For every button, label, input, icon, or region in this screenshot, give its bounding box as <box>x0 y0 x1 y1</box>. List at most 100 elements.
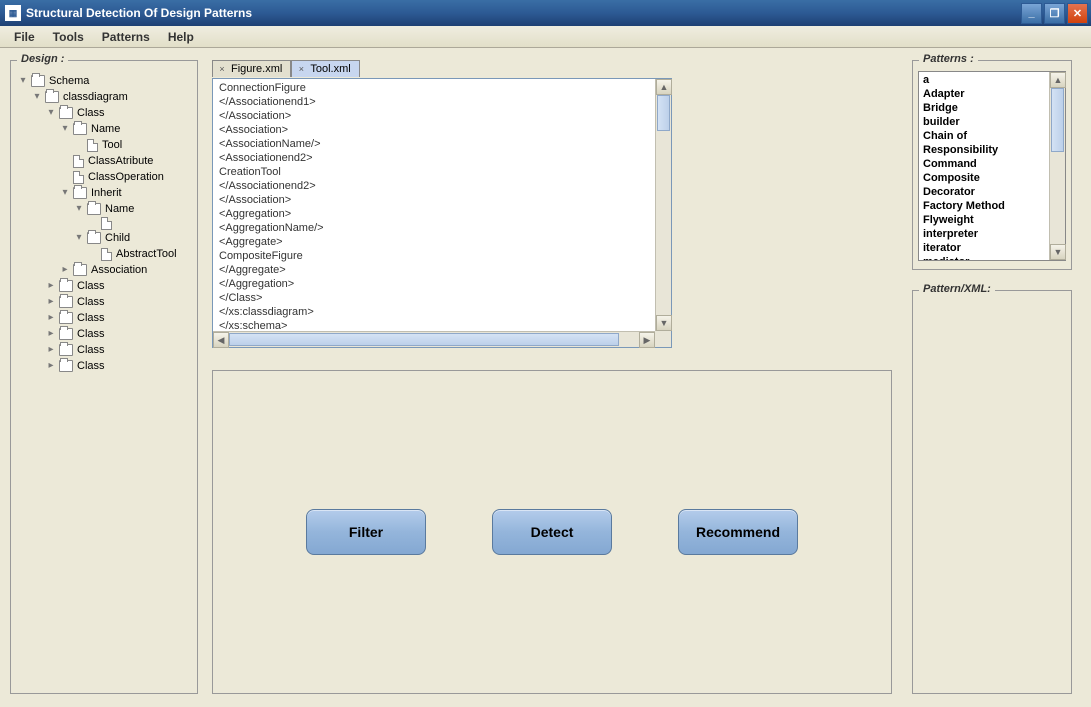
editor-line: </Aggregation> <box>219 277 649 291</box>
tree-row[interactable]: ▾ Inherit <box>17 185 191 201</box>
toggle-expanded-icon[interactable]: ▾ <box>59 187 71 199</box>
tree-row[interactable]: ▸ Class <box>17 358 191 374</box>
pattern-item[interactable]: Flyweight <box>923 213 1045 227</box>
filter-button[interactable]: Filter <box>306 509 426 555</box>
pattern-item[interactable]: Bridge <box>923 101 1045 115</box>
tree-row[interactable]: ▸Class <box>17 310 191 326</box>
tree-row[interactable]: ClassOperation <box>17 169 191 185</box>
tab-close-icon[interactable]: × <box>296 64 306 74</box>
tree-label: Association <box>91 262 147 278</box>
menu-help[interactable]: Help <box>160 27 202 47</box>
patterns-vscroll[interactable]: ▲ ▼ <box>1049 72 1065 260</box>
pattern-item[interactable]: Factory Method <box>923 199 1045 213</box>
editor-tab[interactable]: ×Figure.xml <box>212 60 291 77</box>
editor-line: </Associationend1> <box>219 95 649 109</box>
menu-patterns[interactable]: Patterns <box>94 27 158 47</box>
scroll-right-icon[interactable]: ▶ <box>639 332 655 348</box>
folder-icon <box>73 123 87 135</box>
pattern-item[interactable]: builder <box>923 115 1045 129</box>
menu-file[interactable]: File <box>6 27 43 47</box>
pattern-item[interactable]: Chain of Responsibility <box>923 129 1045 157</box>
folder-icon <box>59 280 73 292</box>
tree-label: Class <box>77 326 105 342</box>
maximize-button[interactable]: ❐ <box>1044 3 1065 24</box>
toggle-collapsed-icon[interactable]: ▸ <box>45 280 57 292</box>
toggle-expanded-icon[interactable]: ▾ <box>73 203 85 215</box>
tree-row[interactable]: ▸ Class <box>17 342 191 358</box>
editor-line: <Association> <box>219 123 649 137</box>
scroll-down-icon[interactable]: ▼ <box>656 315 672 331</box>
file-icon <box>73 171 84 184</box>
tree-row[interactable]: ▸ Class <box>17 326 191 342</box>
tree-row[interactable]: AbstractTool <box>17 246 191 262</box>
toggle-collapsed-icon[interactable]: ▸ <box>45 360 57 372</box>
folder-icon <box>59 312 73 324</box>
pattern-item[interactable]: a <box>923 73 1045 87</box>
tree-row[interactable]: ▾Name <box>17 201 191 217</box>
scroll-up-icon[interactable]: ▲ <box>1050 72 1066 88</box>
tree-row[interactable]: ▾Class <box>17 105 191 121</box>
tree-row[interactable]: Tool <box>17 137 191 153</box>
recommend-button[interactable]: Recommend <box>678 509 798 555</box>
vscroll-thumb[interactable] <box>1051 88 1064 152</box>
editor-hscroll[interactable]: ◀ ▶ <box>213 331 655 347</box>
toggle-collapsed-icon[interactable]: ▸ <box>45 344 57 356</box>
tree-label: Child <box>105 230 130 246</box>
titlebar: ▦ Structural Detection Of Design Pattern… <box>0 0 1091 26</box>
toggle-expanded-icon[interactable]: ▾ <box>17 75 29 87</box>
editor-tab[interactable]: ×Tool.xml <box>291 60 359 77</box>
pattern-item[interactable]: iterator <box>923 241 1045 255</box>
pattern-item[interactable]: Composite <box>923 171 1045 185</box>
menu-tools[interactable]: Tools <box>45 27 92 47</box>
tree-label: AbstractTool <box>116 246 177 262</box>
toggle-expanded-icon[interactable]: ▾ <box>45 107 57 119</box>
toggle-collapsed-icon[interactable]: ▸ <box>59 264 71 276</box>
patterns-panel: Patterns : aAdapterBridgebuilderChain of… <box>912 60 1072 270</box>
scroll-up-icon[interactable]: ▲ <box>656 79 672 95</box>
file-icon <box>87 139 98 152</box>
editor-line: <Aggregation> <box>219 207 649 221</box>
pattern-item[interactable]: mediator <box>923 255 1045 260</box>
scroll-down-icon[interactable]: ▼ <box>1050 244 1066 260</box>
editor-line: </xs:schema> <box>219 319 649 331</box>
toggle-collapsed-icon[interactable]: ▸ <box>45 328 57 340</box>
tree-row[interactable]: ▸Class <box>17 294 191 310</box>
pattern-item[interactable]: Command <box>923 157 1045 171</box>
tree-label: Schema <box>49 73 89 89</box>
patterns-items[interactable]: aAdapterBridgebuilderChain of Responsibi… <box>919 72 1049 260</box>
tree-row[interactable]: ClassAtribute <box>17 153 191 169</box>
tree-row[interactable] <box>17 217 191 230</box>
editor-vscroll[interactable]: ▲ ▼ <box>655 79 671 331</box>
tree-row[interactable]: ▾Name <box>17 121 191 137</box>
editor: ConnectionFigure</Associationend1></Asso… <box>212 78 672 348</box>
hscroll-thumb[interactable] <box>229 333 619 346</box>
tree-label: Inherit <box>91 185 122 201</box>
toggle-collapsed-icon[interactable]: ▸ <box>45 312 57 324</box>
toggle-collapsed-icon[interactable]: ▸ <box>45 296 57 308</box>
pattern-item[interactable]: Adapter <box>923 87 1045 101</box>
close-button[interactable]: ✕ <box>1067 3 1088 24</box>
tree-row[interactable]: ▾ Child <box>17 230 191 246</box>
tree-row[interactable]: ▾classdiagram <box>17 89 191 105</box>
editor-content[interactable]: ConnectionFigure</Associationend1></Asso… <box>213 79 655 331</box>
tab-close-icon[interactable]: × <box>217 64 227 74</box>
tree-row[interactable]: ▸ Association <box>17 262 191 278</box>
folder-icon <box>59 328 73 340</box>
detect-button[interactable]: Detect <box>492 509 612 555</box>
toggle-expanded-icon[interactable]: ▾ <box>73 232 85 244</box>
scroll-left-icon[interactable]: ◀ <box>213 332 229 348</box>
file-icon <box>73 155 84 168</box>
editor-line: CreationTool <box>219 165 649 179</box>
pattern-item[interactable]: interpreter <box>923 227 1045 241</box>
vscroll-thumb[interactable] <box>657 95 670 131</box>
tree-row[interactable]: ▸Class <box>17 278 191 294</box>
folder-icon <box>45 91 59 103</box>
tree-label: Class <box>77 342 105 358</box>
pattern-item[interactable]: Decorator <box>923 185 1045 199</box>
tree-row[interactable]: ▾ Schema <box>17 73 191 89</box>
design-tree[interactable]: ▾Schema▾classdiagram▾Class▾NameToolClass… <box>15 71 193 376</box>
toggle-expanded-icon[interactable]: ▾ <box>59 123 71 135</box>
minimize-button[interactable]: _ <box>1021 3 1042 24</box>
tree-label: Class <box>77 358 105 374</box>
toggle-expanded-icon[interactable]: ▾ <box>31 91 43 103</box>
